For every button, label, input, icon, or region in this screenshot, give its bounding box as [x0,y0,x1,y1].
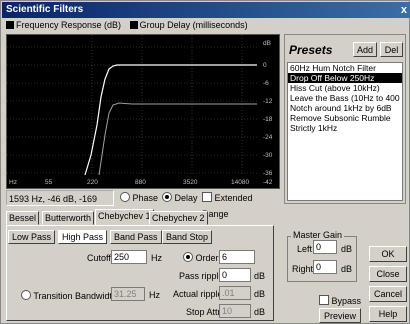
gain-left-unit: dB [341,244,353,254]
tab-chebychev-2[interactable]: Chebychev 2 [149,211,208,225]
add-preset-button[interactable]: Add [353,42,377,57]
bypass-option[interactable]: Bypass [319,295,361,306]
tab-bessel[interactable]: Bessel [6,211,40,225]
order-option[interactable]: Order [183,252,219,263]
actual-ripple-label: Actual ripple [173,289,223,299]
db-tick: -6 [263,80,269,87]
transition-bandwidth-unit: Hz [149,290,160,300]
gain-right-label: Right [292,264,314,274]
transition-bandwidth-radio[interactable] [21,290,31,300]
tab-butterworth[interactable]: Butterworth [42,211,95,225]
db-tick: 0 [263,62,267,69]
order-radio[interactable] [183,252,193,262]
gain-left-input[interactable]: 0 [313,240,337,254]
graph-legend: Frequency Response (dB) Group Delay (mil… [6,19,254,31]
freq-tick: 880 [135,179,146,186]
delay-label: Delay [174,193,198,203]
close-icon[interactable]: x [401,2,407,18]
stop-attn-label: Stop Attn [186,307,223,317]
delete-preset-button[interactable]: Del [380,42,403,57]
presets-panel: Presets Add Del 60Hz Hum Notch Filter Dr… [284,34,406,204]
title-bar: Scientific Filters x [2,2,410,18]
list-item[interactable]: Strictly 1kHz [288,123,402,133]
order-input[interactable]: 6 [219,250,255,264]
transition-bandwidth-input[interactable]: 31.25 [111,287,145,301]
transition-bandwidth-label: Transition Bandwidth [33,291,118,301]
gain-left-label: Left [297,244,313,254]
frequency-response-label: Frequency Response (dB) [16,20,122,30]
cursor-readout: 1593 Hz, -46 dB, -169 [6,190,114,206]
scientific-filters-window: Scientific Filters x Frequency Response … [0,0,410,324]
frequency-response-curve [84,64,257,176]
gain-right-unit: dB [341,264,353,274]
bypass-label: Bypass [331,296,362,306]
actual-ripple-value: .01 [219,286,251,300]
frequency-swatch-icon [6,21,14,29]
cutoff-unit: Hz [151,253,162,263]
db-tick: -24 [263,134,273,141]
delay-option[interactable]: Delay [162,190,198,206]
list-item[interactable]: Drop Off Below 250Hz [288,73,402,83]
db-tick: -36 [263,170,273,177]
pass-ripple-label: Pass ripple [179,271,224,281]
order-label: Order [195,253,219,263]
cutoff-input[interactable]: 250 [111,250,147,264]
pass-ripple-input[interactable]: 0 [219,268,251,282]
freq-tick: 55 [45,179,53,186]
list-item[interactable]: 60Hz Hum Notch Filter [288,63,402,73]
extended-range-option[interactable]: Extended Range [202,190,280,222]
band-pass-button[interactable]: Band Pass [110,230,162,244]
preset-list[interactable]: 60Hz Hum Notch Filter Drop Off Below 250… [287,62,403,201]
freq-tick: Hz [9,179,17,186]
frequency-graph[interactable]: dB 0 -6 -12 -18 -24 -30 -36 -42 Hz 55 22… [6,34,280,189]
high-pass-button[interactable]: High Pass [58,230,108,244]
ok-button[interactable]: OK [369,246,407,262]
list-item[interactable]: Leave the Bass (10Hz to 400 Hz) [288,93,402,103]
band-stop-button[interactable]: Band Stop [162,230,213,244]
stop-attn-input[interactable]: 10 [219,304,251,318]
freq-tick: 3520 [183,179,198,186]
list-item[interactable]: Hiss Cut (above 10kHz) [288,83,402,93]
phase-radio[interactable] [120,192,130,202]
phase-label: Phase [132,193,159,203]
freq-tick: 220 [87,179,98,186]
gain-right-input[interactable]: 0 [313,260,337,274]
list-item[interactable]: Notch around 1kHz by 6dB [288,103,402,113]
presets-title: Presets [289,43,333,57]
freq-tick: 14080 [231,179,249,186]
tab-chebychev-1[interactable]: Chebychev 1 [95,209,154,225]
low-pass-button[interactable]: Low Pass [8,230,56,244]
cancel-button[interactable]: Cancel [369,286,407,302]
help-button[interactable]: Help [369,306,407,322]
delay-radio[interactable] [162,192,172,202]
readout-row: 1593 Hz, -46 dB, -169 Phase Delay Extend… [6,190,280,219]
db-tick: -30 [263,152,273,159]
db-tick: -42 [263,179,273,186]
pass-ripple-unit: dB [254,271,266,281]
list-item[interactable]: Remove Subsonic Rumble [288,113,402,123]
preview-button[interactable]: Preview [319,308,361,323]
actual-ripple-unit: dB [254,289,266,299]
group-delay-swatch-icon [129,21,138,29]
window-title: Scientific Filters [6,4,84,15]
group-delay-label: Group Delay (milliseconds) [139,20,248,30]
phase-option[interactable]: Phase [120,190,158,206]
group-delay-curve [98,102,257,176]
stop-attn-unit: dB [254,307,266,317]
bypass-checkbox[interactable] [319,295,329,305]
db-tick: -12 [263,98,273,105]
master-gain-title: Master Gain [291,230,345,240]
cutoff-label: Cutoff [87,253,111,263]
extended-range-checkbox[interactable] [202,192,212,202]
graph-canvas: dB 0 -6 -12 -18 -24 -30 -36 -42 Hz 55 22… [7,35,273,186]
db-tick: -18 [263,116,273,123]
db-tick: dB [263,40,271,47]
transition-bandwidth-option[interactable]: Transition Bandwidth [21,290,117,301]
close-button[interactable]: Close [369,266,407,282]
